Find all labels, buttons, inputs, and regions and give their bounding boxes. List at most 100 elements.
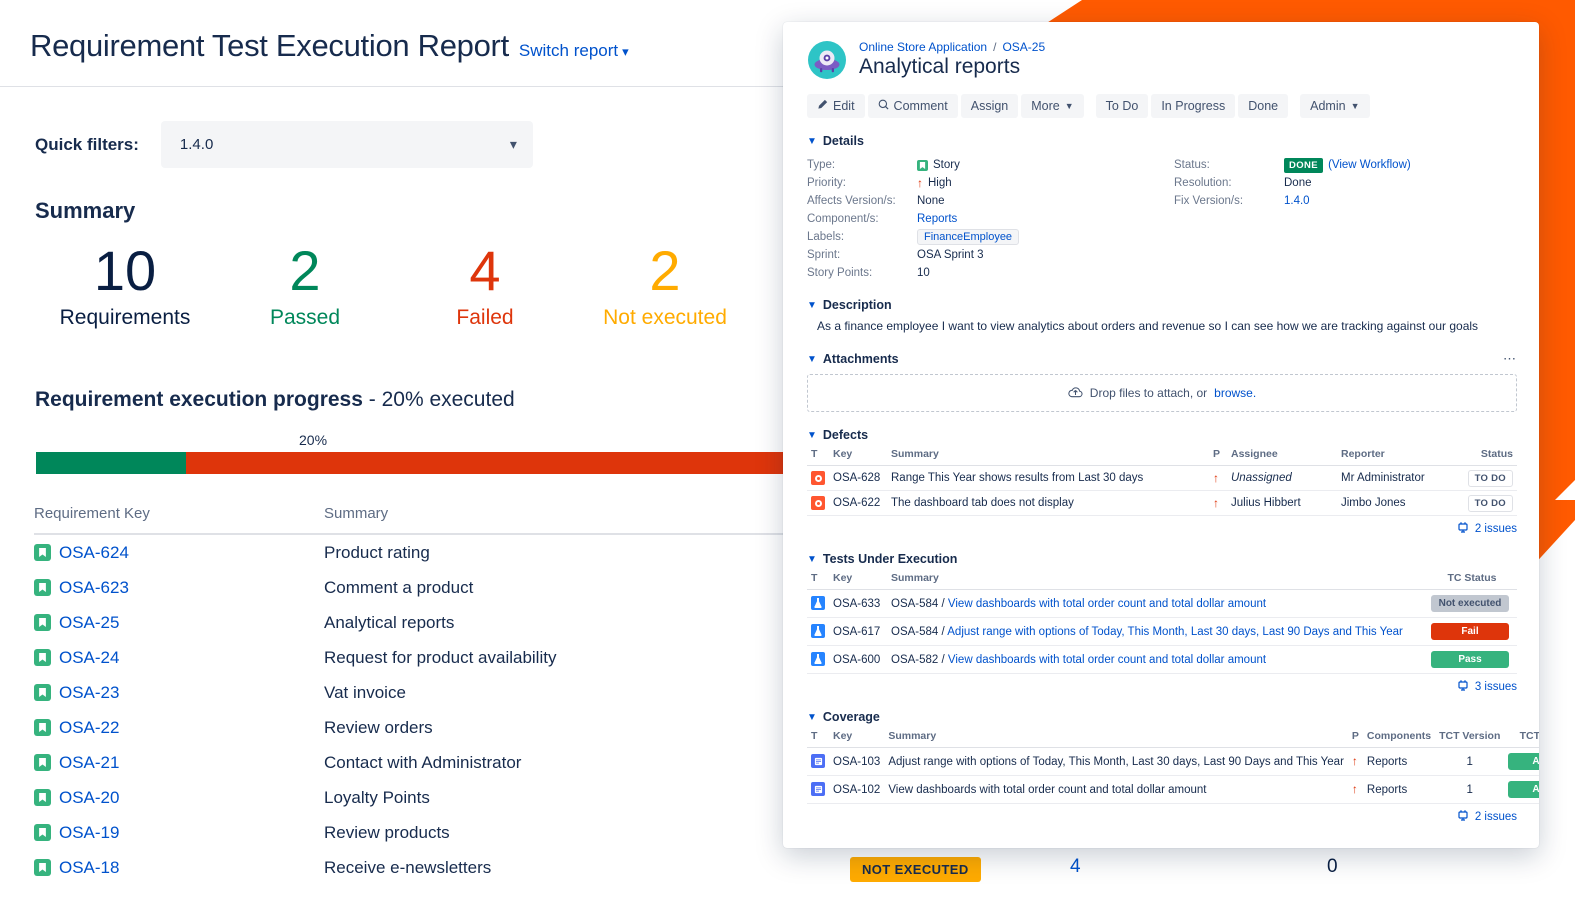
- field-resolution: Resolution: Done: [1174, 174, 1517, 192]
- section-title: Description: [822, 298, 892, 312]
- coverage-issues-link[interactable]: 2 issues: [807, 809, 1517, 824]
- field-components: Component/s: Reports: [807, 210, 1162, 228]
- tct-key-cell[interactable]: OSA-103: [829, 747, 885, 776]
- breadcrumb: Online Store Application / OSA-25: [859, 40, 1045, 54]
- button-to-do[interactable]: To Do: [1095, 94, 1149, 118]
- requirement-summary-cell: Vat invoice: [324, 682, 406, 702]
- column-header-t: T: [807, 448, 829, 466]
- field-label: Affects Version/s:: [807, 195, 896, 207]
- requirement-key-link[interactable]: OSA-23: [59, 683, 119, 703]
- test-icon: [811, 596, 825, 610]
- chevron-down-icon: ▼: [807, 135, 817, 147]
- issue-summary-cell[interactable]: Range This Year shows results from Last …: [887, 465, 1209, 491]
- story-icon: [34, 649, 51, 666]
- defects-issues-link[interactable]: 2 issues: [807, 521, 1517, 536]
- bottom-row-value-1: 4: [1070, 856, 1081, 877]
- more-options-icon[interactable]: ⋯: [1503, 351, 1517, 367]
- field-value-link[interactable]: 1.4.0: [1284, 195, 1310, 207]
- reporter-cell[interactable]: Mr Administrator: [1337, 465, 1457, 491]
- button-comment[interactable]: Comment: [867, 94, 958, 118]
- requirement-key-link[interactable]: OSA-21: [59, 753, 119, 773]
- section-header-attachments[interactable]: ▼ Attachments ⋯: [807, 351, 1517, 367]
- tct-summary-cell[interactable]: View dashboards with total order count a…: [884, 775, 1348, 804]
- test-key-cell[interactable]: OSA-600: [829, 645, 887, 674]
- story-icon: [34, 789, 51, 806]
- test-summary-link[interactable]: Adjust range with options of Today, This…: [947, 626, 1403, 638]
- requirement-key-cell: OSA-624: [34, 543, 324, 563]
- table-row: OSA-21 Contact with Administrator: [34, 745, 786, 780]
- test-key-cell[interactable]: OSA-617: [829, 617, 887, 646]
- column-header-key: Key: [829, 730, 885, 748]
- requirement-summary-cell: Product rating: [324, 542, 430, 562]
- issues-icon: [1457, 679, 1469, 694]
- status-badge: Active: [1508, 753, 1539, 770]
- tests-issues-link[interactable]: 3 issues: [807, 679, 1517, 694]
- stat-value: 2: [289, 239, 321, 302]
- requirement-key-link[interactable]: OSA-18: [59, 858, 119, 878]
- test-summary-link[interactable]: View dashboards with total order count a…: [948, 654, 1266, 666]
- button-admin[interactable]: Admin ▼: [1300, 94, 1370, 118]
- requirement-key-link[interactable]: OSA-624: [59, 543, 129, 563]
- field-label: Labels:: [807, 231, 845, 243]
- table-row: OSA-600 OSA-582 / View dashboards with to…: [807, 645, 1517, 674]
- section-header-tests-under-execution[interactable]: ▼ Tests Under Execution: [807, 552, 1517, 566]
- tct-key-cell[interactable]: OSA-102: [829, 775, 885, 804]
- requirement-key-link[interactable]: OSA-20: [59, 788, 119, 808]
- priority-cell: ↑: [1347, 775, 1363, 804]
- priority-high-icon: ↑: [1351, 782, 1358, 796]
- stat-label: Not executed: [603, 306, 727, 329]
- button-label: Edit: [833, 99, 855, 113]
- priority-cell: ↑: [1209, 465, 1227, 491]
- button-in-progress[interactable]: In Progress: [1151, 94, 1236, 118]
- components-cell[interactable]: Reports: [1362, 747, 1436, 776]
- table-header-row: TKeySummaryPComponentsTCT VersionTCT Sta…: [807, 730, 1539, 748]
- breadcrumb-project[interactable]: Online Store Application: [859, 40, 987, 54]
- requirement-key-link[interactable]: OSA-623: [59, 578, 129, 598]
- button-done[interactable]: Done: [1238, 94, 1289, 118]
- test-summary-link[interactable]: View dashboards with total order count a…: [948, 598, 1266, 610]
- tct-summary-cell[interactable]: Adjust range with options of Today, This…: [884, 747, 1348, 776]
- breadcrumb-issue-key[interactable]: OSA-25: [1002, 40, 1045, 54]
- jira-issue-panel: Online Store Application / OSA-25 Analyt…: [783, 22, 1539, 848]
- summary-heading: Summary: [35, 198, 136, 223]
- priority-high-icon: ↑: [1213, 470, 1219, 485]
- button-more[interactable]: More ▼: [1021, 94, 1084, 118]
- issues-count-label: 2 issues: [1474, 810, 1517, 823]
- issue-key-cell[interactable]: OSA-628: [829, 465, 887, 491]
- button-edit[interactable]: Edit: [807, 94, 865, 118]
- reporter-cell[interactable]: Jimbo Jones: [1337, 490, 1457, 516]
- field-value-link[interactable]: Reports: [917, 213, 957, 225]
- button-label: Assign: [970, 99, 1009, 113]
- report-header: Requirement Test Execution Report Switch…: [0, 0, 790, 64]
- components-cell[interactable]: Reports: [1362, 775, 1436, 804]
- chevron-down-icon: ▼: [807, 711, 817, 723]
- attachment-dropzone[interactable]: Drop files to attach, or browse.: [807, 374, 1517, 412]
- requirement-key-link[interactable]: OSA-19: [59, 823, 119, 843]
- button-assign[interactable]: Assign: [960, 94, 1019, 118]
- browse-link[interactable]: browse.: [1214, 386, 1256, 400]
- requirement-key-link[interactable]: OSA-25: [59, 613, 119, 633]
- dropzone-text: Drop files to attach, or: [1089, 386, 1208, 400]
- switch-report-link[interactable]: Switch report ▾: [519, 41, 629, 61]
- story-icon: [34, 719, 51, 736]
- section-header-defects[interactable]: ▼ Defects: [807, 428, 1517, 442]
- progress-heading: Requirement execution progress - 20% exe…: [35, 388, 515, 412]
- test-key-cell[interactable]: OSA-633: [829, 589, 887, 618]
- section-header-details[interactable]: ▼ Details: [807, 134, 1517, 148]
- story-icon: [34, 544, 51, 561]
- stat-value: 4: [469, 239, 501, 302]
- status-badge: Fail: [1431, 623, 1509, 640]
- test-type-cell: [807, 617, 829, 646]
- requirement-key-link[interactable]: OSA-22: [59, 718, 119, 738]
- section-header-coverage[interactable]: ▼ Coverage: [807, 710, 1517, 724]
- column-header-summary: Summary: [324, 505, 389, 522]
- chevron-down-icon: ▾: [509, 136, 517, 152]
- chevron-down-icon: ▼: [807, 429, 817, 441]
- section-header-description[interactable]: ▼ Description: [807, 298, 1517, 312]
- label-chip[interactable]: FinanceEmployee: [917, 229, 1020, 245]
- quick-filters-select[interactable]: 1.4.0 ▾: [160, 121, 533, 168]
- issue-summary-cell[interactable]: The dashboard tab does not display: [887, 490, 1209, 516]
- issue-key-cell[interactable]: OSA-622: [829, 490, 887, 516]
- requirement-key-link[interactable]: OSA-24: [59, 648, 119, 668]
- view-workflow-link[interactable]: (View Workflow): [1328, 159, 1411, 171]
